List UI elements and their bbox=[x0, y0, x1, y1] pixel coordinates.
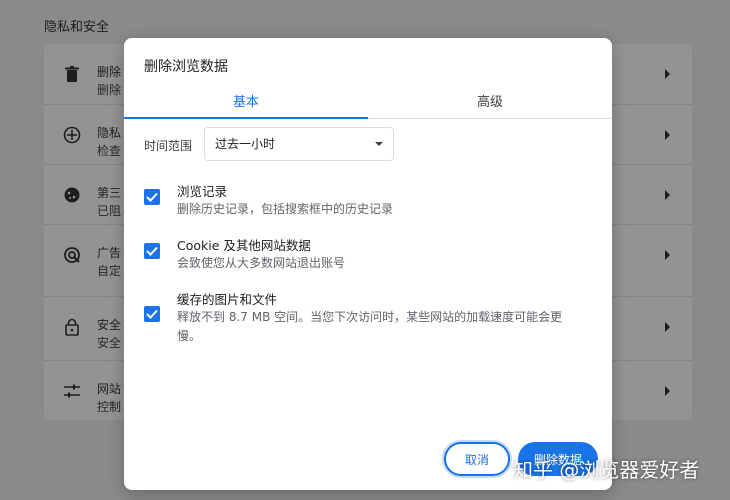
tab-selected-indicator bbox=[124, 117, 368, 119]
row-subtitle: 删除 bbox=[97, 83, 122, 97]
chevron-right-icon bbox=[665, 130, 670, 140]
lock-icon bbox=[62, 317, 82, 337]
caret-down-icon bbox=[375, 142, 383, 146]
row-title: 安全 bbox=[97, 318, 122, 332]
row-title: 第三 bbox=[97, 186, 122, 200]
dialog-title: 删除浏览数据 bbox=[144, 59, 228, 75]
section-title-privacy-security: 隐私和安全 bbox=[44, 20, 110, 35]
cookie-icon bbox=[62, 185, 82, 205]
watermark-text: 知乎 @浏览器爱好者 bbox=[513, 458, 700, 482]
row-subtitle: 安全 bbox=[97, 336, 122, 350]
checkmark-icon bbox=[146, 192, 158, 202]
checkbox-cached-files[interactable] bbox=[144, 306, 160, 322]
option-description: 删除历史记录，包括搜索框中的历史记录 bbox=[177, 202, 394, 216]
tab-advanced[interactable]: 高级 bbox=[368, 82, 612, 118]
chevron-right-icon bbox=[665, 322, 670, 332]
chevron-right-icon bbox=[665, 190, 670, 200]
chevron-right-icon bbox=[665, 69, 670, 79]
time-range-value: 过去一小时 bbox=[215, 137, 276, 151]
clear-browsing-data-dialog: 删除浏览数据 基本 高级 时间范围 过去一小时 浏览记录 删除历史记录，包括搜索… bbox=[124, 38, 612, 490]
option-description: 会致使您从大多数网站退出账号 bbox=[177, 256, 346, 270]
privacy-guide-icon bbox=[62, 125, 82, 145]
cancel-button[interactable]: 取消 bbox=[444, 442, 510, 476]
option-description: 释放不到 8.7 MB 空间。当您下次访问时，某些网站的加载速度可能会更慢。 bbox=[177, 310, 563, 343]
checkmark-icon bbox=[146, 246, 158, 256]
sliders-icon bbox=[62, 381, 82, 401]
row-title: 广告 bbox=[97, 246, 122, 260]
ad-privacy-icon bbox=[62, 245, 82, 265]
row-title: 隐私 bbox=[97, 126, 122, 140]
option-title: Cookie 及其他网站数据 bbox=[177, 238, 311, 253]
row-subtitle: 控制 bbox=[97, 400, 122, 414]
chevron-right-icon bbox=[665, 386, 670, 396]
checkmark-icon bbox=[146, 309, 158, 319]
row-title: 删除 bbox=[97, 65, 122, 79]
trash-icon bbox=[62, 64, 82, 84]
option-title: 缓存的图片和文件 bbox=[177, 292, 278, 307]
row-subtitle: 已阻 bbox=[97, 204, 122, 218]
checkbox-browsing-history[interactable] bbox=[144, 189, 160, 205]
dialog-tabs: 基本 高级 bbox=[124, 82, 612, 119]
chevron-right-icon bbox=[665, 250, 670, 260]
row-subtitle: 自定 bbox=[97, 264, 122, 278]
time-range-select[interactable]: 过去一小时 bbox=[204, 127, 394, 161]
row-title: 网站 bbox=[97, 382, 122, 396]
row-subtitle: 检查 bbox=[97, 144, 122, 158]
option-title: 浏览记录 bbox=[177, 184, 228, 199]
tab-basic[interactable]: 基本 bbox=[124, 82, 368, 118]
time-range-label: 时间范围 bbox=[144, 139, 193, 153]
checkbox-cookies[interactable] bbox=[144, 243, 160, 259]
